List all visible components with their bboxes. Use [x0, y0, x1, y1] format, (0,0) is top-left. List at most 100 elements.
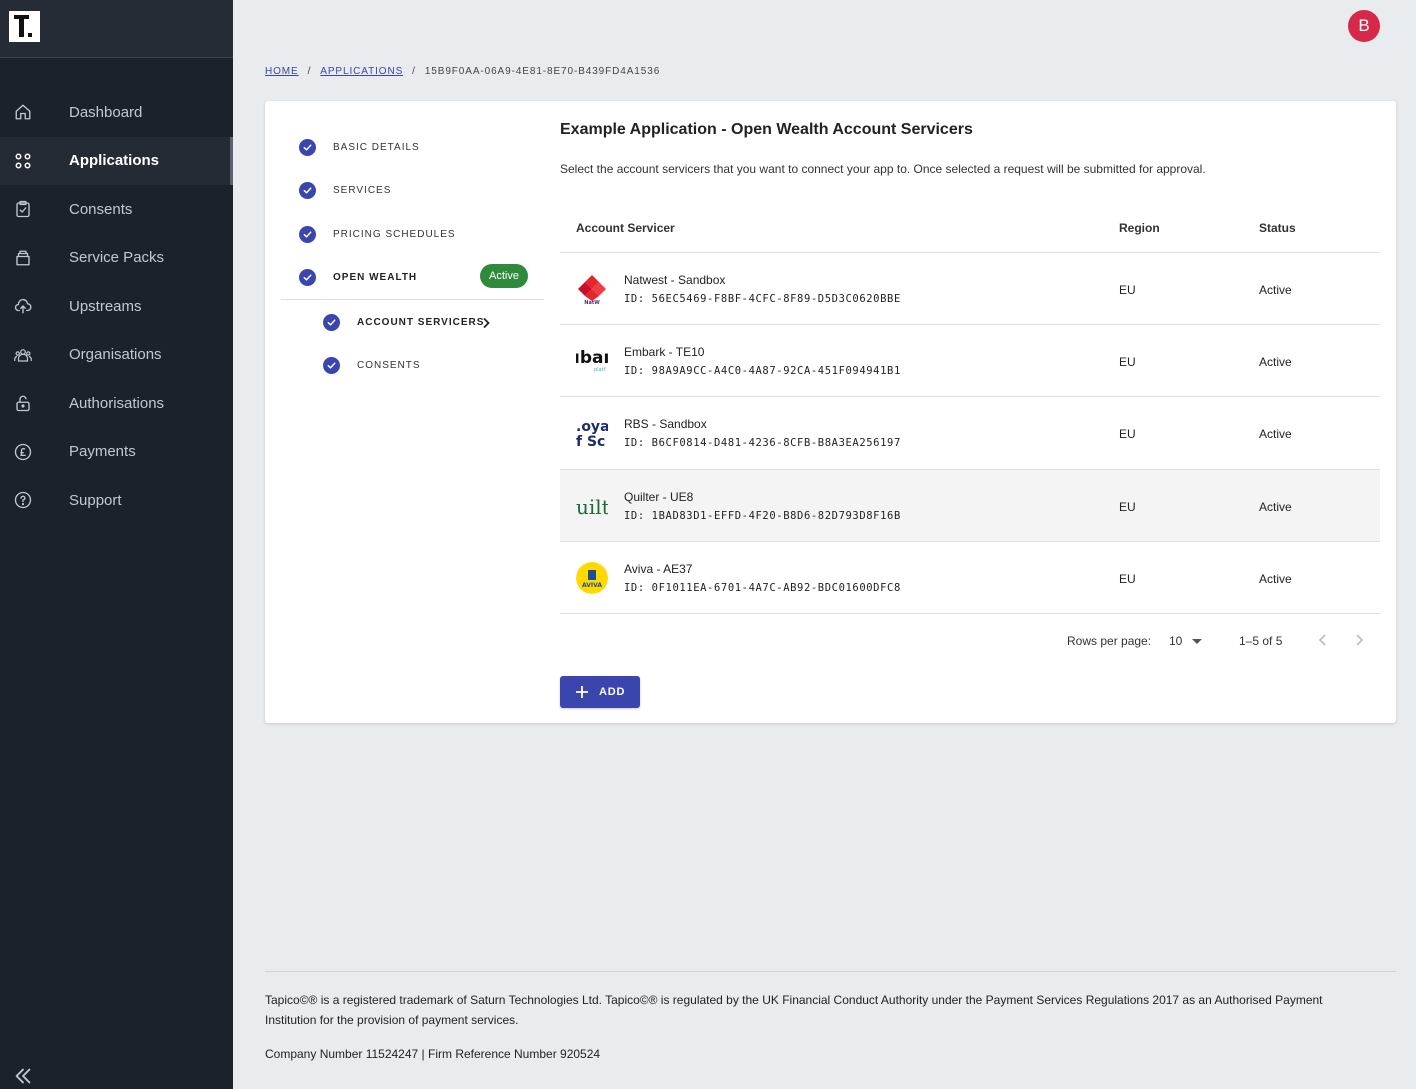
step-label: OPEN WEALTH [333, 271, 418, 283]
step-label: CONSENTS [357, 359, 421, 371]
lock-icon [14, 394, 32, 412]
sidebar-item-label: Dashboard [69, 103, 143, 121]
chevron-right-icon[interactable] [1350, 631, 1368, 649]
add-button-label: ADD [599, 686, 626, 698]
rows-per-page-select[interactable]: 10 [1169, 634, 1182, 648]
table-row[interactable]: uilt Quilter - UE8 ID: 1BAD83D1-EFFD-4F2… [560, 469, 1380, 542]
servicer-region: EU [1119, 355, 1136, 370]
logo-text: uilt [576, 495, 608, 519]
add-button[interactable]: ADD [560, 676, 640, 708]
step-basic-details[interactable]: BASIC DETAILS [281, 136, 544, 158]
embark-logo: ıbaı platf [576, 345, 608, 377]
servicer-region: EU [1119, 499, 1136, 514]
servicer-id: ID: 0F1011EA-6701-4A7C-AB92-BDC01600DFC8 [624, 581, 901, 594]
servicer-id: ID: 98A9A9CC-A4C0-4A87-92CA-451F094941B1 [624, 365, 901, 378]
sidebar-item-support[interactable]: Support [0, 476, 233, 525]
servicer-region: EU [1119, 571, 1136, 586]
table-row[interactable]: .oya f Sc RBS - Sandbox ID: B6CF0814-D48… [560, 397, 1380, 470]
step-services[interactable]: SERVICES [281, 179, 544, 201]
chevron-left-icon[interactable] [1314, 631, 1332, 649]
logo-text: .oya [576, 419, 608, 435]
step-consents[interactable]: CONSENTS [281, 354, 544, 376]
caret-down-icon[interactable] [1192, 639, 1202, 644]
servicer-name: Natwest - Sandbox [624, 273, 726, 287]
check-circle-icon [299, 268, 316, 286]
package-icon [14, 249, 32, 267]
sidebar-header [0, 0, 233, 58]
sidebar-item-label: Organisations [69, 346, 162, 364]
check-circle-icon [323, 356, 340, 374]
sidebar-item-label: Service Packs [69, 249, 165, 267]
footer-company-info: Company Number 11524247 | Firm Reference… [265, 1047, 601, 1061]
servicer-region: EU [1119, 427, 1136, 442]
status-badge: Active [480, 264, 528, 288]
sidebar-item-label: Consents [69, 200, 133, 218]
breadcrumb-current: 15B9F0AA-06A9-4E81-8E70-B439FD4A1536 [424, 66, 661, 77]
check-circle-icon [323, 313, 340, 331]
pagination-range: 1–5 of 5 [1239, 634, 1283, 648]
sidebar-item-dashboard[interactable]: Dashboard [0, 88, 233, 137]
servicer-status: Active [1259, 427, 1292, 442]
people-icon [14, 346, 32, 364]
sidebar-item-upstreams[interactable]: Upstreams [0, 282, 233, 331]
servicer-id: ID: 1BAD83D1-EFFD-4F20-B8D6-82D793D8F16B [624, 509, 901, 522]
sidebar-item-consents[interactable]: Consents [0, 185, 233, 234]
natwest-logo: NatW [576, 273, 608, 305]
servicer-id: ID: 56EC5469-F8BF-4CFC-8F89-D5D3C0620BBE [624, 293, 901, 305]
avatar[interactable]: B [1348, 10, 1380, 42]
table-row[interactable]: ıbaı platf Embark - TE10 ID: 98A9A9CC-A4… [560, 325, 1380, 398]
clipboard-check-icon [14, 200, 32, 218]
pound-icon [14, 443, 32, 461]
sidebar-item-label: Upstreams [69, 297, 142, 315]
step-label: PRICING SCHEDULES [333, 228, 456, 240]
table-row[interactable]: AVIVA Aviva - AE37 ID: 0F1011EA-6701-4A7… [560, 542, 1380, 614]
sidebar-item-authorisations[interactable]: Authorisations [0, 379, 233, 428]
table-pagination: Rows per page: 10 1–5 of 5 [560, 626, 1380, 656]
table-header: Account Servicer Region Status [560, 201, 1380, 253]
aviva-logo: AVIVA [576, 561, 608, 594]
breadcrumb-home-link[interactable]: HOME [265, 66, 299, 77]
servicer-status: Active [1259, 355, 1292, 370]
breadcrumb-separator: / [412, 66, 416, 77]
tapico-logo[interactable] [9, 11, 40, 42]
breadcrumb: HOME / APPLICATIONS / 15B9F0AA-06A9-4E81… [265, 66, 660, 77]
servicer-region: EU [1119, 283, 1136, 297]
column-header-account-servicer[interactable]: Account Servicer [576, 221, 675, 235]
sidebar-item-organisations[interactable]: Organisations [0, 331, 233, 380]
logo-subtext: platf [594, 367, 606, 373]
rows-per-page-label: Rows per page: [1067, 634, 1152, 648]
column-header-status[interactable]: Status [1259, 221, 1296, 235]
servicer-name: Embark - TE10 [624, 345, 705, 360]
step-account-servicers[interactable]: ACCOUNT SERVICERS [281, 311, 544, 333]
grid-icon [14, 152, 32, 170]
logo-text: ıbaı [576, 348, 608, 368]
page-title: Example Application - Open Wealth Accoun… [560, 121, 973, 138]
servicer-name: Quilter - UE8 [624, 489, 694, 504]
sidebar-item-payments[interactable]: Payments [0, 428, 233, 477]
sidebar-item-applications[interactable]: Applications [0, 136, 233, 185]
breadcrumb-applications-link[interactable]: APPLICATIONS [320, 66, 403, 77]
upload-cloud-icon [14, 297, 32, 315]
check-circle-icon [299, 181, 316, 199]
step-pricing-schedules[interactable]: PRICING SCHEDULES [281, 223, 544, 245]
collapse-sidebar-icon[interactable] [12, 1065, 34, 1087]
column-header-region[interactable]: Region [1119, 221, 1160, 235]
step-label: BASIC DETAILS [333, 141, 420, 153]
breadcrumb-separator: / [307, 66, 312, 77]
logo-text: AVIVA [582, 582, 602, 589]
application-card: BASIC DETAILS SERVICES PRICING SCHEDULES… [265, 101, 1396, 723]
table-row[interactable]: NatW Natwest - Sandbox ID: 56EC5469-F8BF… [560, 253, 1380, 326]
sidebar-item-label: Payments [69, 443, 136, 461]
help-icon [14, 491, 32, 509]
sidebar-nav: Dashboard Applications Consents Service … [0, 88, 233, 525]
chevron-right-icon [481, 316, 491, 329]
divider [281, 299, 544, 300]
rbs-logo: .oya f Sc [576, 417, 608, 449]
check-circle-icon [299, 138, 316, 156]
servicer-name: RBS - Sandbox [624, 417, 707, 432]
sidebar-item-label: Authorisations [69, 394, 165, 412]
step-open-wealth[interactable]: OPEN WEALTH Active [281, 264, 544, 288]
home-icon [14, 103, 32, 121]
footer-divider [265, 971, 1396, 972]
sidebar-item-service-packs[interactable]: Service Packs [0, 234, 233, 283]
